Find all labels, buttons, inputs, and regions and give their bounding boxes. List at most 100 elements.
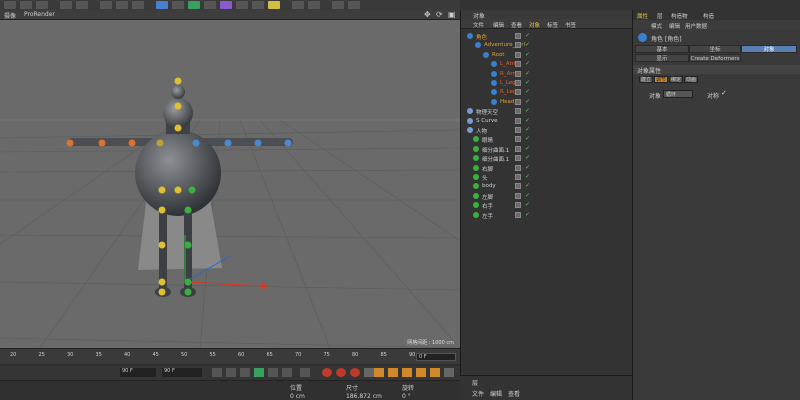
- move-tool-icon[interactable]: [20, 1, 32, 9]
- object-dropdown[interactable]: 循环: [663, 90, 693, 98]
- object-row[interactable]: Head ✓: [461, 98, 633, 107]
- obj-menu-file[interactable]: 文件: [473, 21, 484, 29]
- python-icon[interactable]: [332, 1, 344, 9]
- object-row[interactable]: 头 ✓: [461, 173, 633, 182]
- object-row[interactable]: L_Arm ✓: [461, 60, 633, 69]
- key-rotate-icon[interactable]: [402, 368, 412, 377]
- rotation-h-value[interactable]: 0 °: [402, 393, 411, 400]
- position-x-value[interactable]: 0 cm: [290, 393, 305, 400]
- tab-structure[interactable]: 构造物: [671, 12, 688, 20]
- enable-check-icon[interactable]: ✓: [525, 107, 530, 114]
- visibility-toggle-icon[interactable]: [515, 51, 521, 58]
- loop-icon[interactable]: [300, 368, 310, 377]
- visibility-toggle-icon[interactable]: [515, 108, 521, 115]
- enable-check-icon[interactable]: ✓: [525, 173, 530, 180]
- tab-basic[interactable]: 基本: [635, 45, 689, 53]
- obj-menu-view[interactable]: 查看: [511, 21, 522, 29]
- viewport-rotate-icon[interactable]: ⟳: [436, 10, 443, 19]
- record-key-icon[interactable]: [322, 368, 332, 377]
- next-frame-icon[interactable]: [268, 368, 278, 377]
- obj-menu-bookmarks[interactable]: 书签: [565, 21, 576, 29]
- visibility-toggle-icon[interactable]: [515, 42, 521, 49]
- object-row[interactable]: 细分曲面.1 ✓: [461, 154, 633, 163]
- light-icon[interactable]: [268, 1, 280, 9]
- prorender-menu[interactable]: ProRender: [24, 11, 55, 18]
- obj-menu-edit[interactable]: 编辑: [493, 21, 504, 29]
- object-row[interactable]: 角色 ✓: [461, 32, 633, 41]
- enable-check-icon[interactable]: ✓: [525, 182, 530, 189]
- attr-menu-userdata[interactable]: 用户数据: [685, 22, 707, 30]
- camera-icon[interactable]: [252, 1, 264, 9]
- tab-construct[interactable]: 构造: [703, 12, 714, 20]
- tab-create-deformers[interactable]: Create Deformers: [689, 54, 741, 62]
- tab-coord[interactable]: 坐标: [689, 45, 741, 53]
- visibility-toggle-icon[interactable]: [515, 174, 521, 180]
- visibility-toggle-icon[interactable]: [515, 70, 521, 77]
- symmetry-checkbox[interactable]: ✓: [721, 89, 727, 97]
- obj-menu-object[interactable]: 对象: [529, 21, 540, 29]
- object-row[interactable]: R_Leg ✓: [461, 88, 633, 97]
- key-help-icon[interactable]: [350, 368, 360, 377]
- go-start-icon[interactable]: [212, 368, 222, 377]
- snap-icon[interactable]: [308, 1, 320, 9]
- visibility-toggle-icon[interactable]: [515, 183, 521, 190]
- plugin-icon[interactable]: [348, 1, 360, 9]
- object-row[interactable]: 右脚 ✓: [461, 164, 633, 173]
- play-icon[interactable]: [60, 1, 72, 9]
- visibility-toggle-icon[interactable]: [515, 155, 521, 162]
- prev-key-icon[interactable]: [226, 368, 236, 377]
- current-frame-field[interactable]: 0 F: [416, 353, 456, 361]
- object-row[interactable]: 人物 ✓: [461, 126, 633, 135]
- object-row[interactable]: 左脚 ✓: [461, 192, 633, 201]
- go-end-icon[interactable]: [282, 368, 292, 377]
- undo-icon[interactable]: [4, 1, 16, 9]
- object-row[interactable]: body ✓: [461, 182, 633, 191]
- enable-check-icon[interactable]: ✓: [525, 41, 530, 48]
- enable-check-icon[interactable]: ✓: [525, 60, 530, 67]
- enable-check-icon[interactable]: ✓: [525, 88, 530, 95]
- tab-attributes[interactable]: 属性: [637, 12, 648, 20]
- start-frame-field[interactable]: 90 F: [120, 368, 156, 377]
- viewport-maximize-icon[interactable]: ▣: [448, 10, 456, 19]
- spline-icon[interactable]: [172, 1, 184, 9]
- key-pla-icon[interactable]: [430, 368, 440, 377]
- scene-icon[interactable]: [236, 1, 248, 9]
- visibility-toggle-icon[interactable]: [515, 145, 521, 152]
- enable-check-icon[interactable]: ✓: [525, 201, 530, 208]
- mode-animate-button[interactable]: 动画: [684, 76, 698, 83]
- layout-icon[interactable]: [292, 1, 304, 9]
- enable-check-icon[interactable]: ✓: [525, 164, 530, 171]
- enable-check-icon[interactable]: ✓: [525, 192, 530, 199]
- tab-object[interactable]: 对象: [741, 45, 797, 53]
- mode-adjust-button[interactable]: 调节: [654, 76, 668, 83]
- key-param-icon[interactable]: [416, 368, 426, 377]
- object-row[interactable]: S Curve ✓: [461, 117, 633, 126]
- key-scale-icon[interactable]: [388, 368, 398, 377]
- layer-menu-file[interactable]: 文件: [472, 389, 484, 398]
- camera-menu[interactable]: 摄像: [4, 11, 16, 20]
- deformer-icon[interactable]: [220, 1, 232, 9]
- visibility-toggle-icon[interactable]: [515, 61, 521, 68]
- obj-menu-tags[interactable]: 标签: [547, 21, 558, 29]
- visibility-toggle-icon[interactable]: [515, 80, 521, 86]
- visibility-toggle-icon[interactable]: [515, 136, 521, 143]
- key-move-icon[interactable]: [374, 368, 384, 377]
- prev-frame-icon[interactable]: [240, 368, 250, 377]
- size-x-value[interactable]: 186.872 cm: [346, 393, 382, 400]
- mode-bind-button[interactable]: 绑定: [669, 76, 683, 83]
- visibility-toggle-icon[interactable]: [515, 211, 521, 218]
- timeline-menu-icon[interactable]: [444, 368, 454, 377]
- end-frame-field[interactable]: 90 F: [162, 368, 202, 377]
- render-settings-icon[interactable]: [132, 1, 144, 9]
- visibility-toggle-icon[interactable]: [515, 89, 521, 96]
- scale-tool-icon[interactable]: [36, 1, 48, 9]
- layer-menu-edit[interactable]: 编辑: [490, 389, 502, 398]
- visibility-toggle-icon[interactable]: [515, 33, 521, 39]
- object-row[interactable]: 物理天空 ✓: [461, 107, 633, 116]
- visibility-toggle-icon[interactable]: [515, 202, 521, 209]
- object-row[interactable]: Adventure_Ctrl ✓: [461, 41, 633, 50]
- attr-menu-edit[interactable]: 编辑: [669, 22, 680, 30]
- layer-menu-view[interactable]: 查看: [508, 389, 520, 398]
- visibility-toggle-icon[interactable]: [515, 117, 521, 124]
- tab-layers[interactable]: 层: [657, 12, 663, 20]
